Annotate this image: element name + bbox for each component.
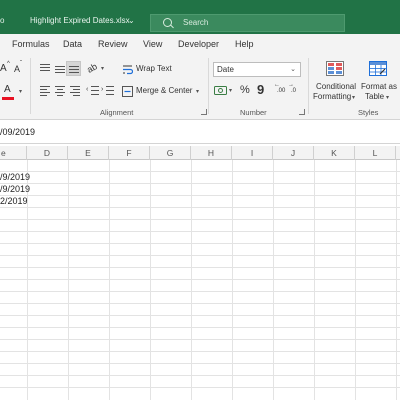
tab-data[interactable]: Data [63, 39, 82, 49]
bottom-align-button[interactable] [66, 61, 81, 76]
number-launcher-icon[interactable] [299, 109, 305, 115]
column-header[interactable]: L [355, 146, 396, 160]
decrease-decimal-button[interactable]: → .0 [288, 82, 301, 97]
column-header[interactable]: D [27, 146, 68, 160]
tab-view[interactable]: View [143, 39, 162, 49]
merge-center-icon [122, 86, 133, 97]
file-name-chevron-icon[interactable]: ⌄ [128, 16, 135, 25]
tab-developer[interactable]: Developer [178, 39, 219, 49]
tab-review[interactable]: Review [98, 39, 128, 49]
file-name[interactable]: Highlight Expired Dates.xlsx [30, 16, 130, 25]
column-header[interactable]: I [232, 146, 273, 160]
shrink-font-button[interactable]: A ˇ [14, 61, 26, 76]
wrap-text-button[interactable]: Wrap Text [122, 63, 182, 77]
column-header[interactable]: F [109, 146, 150, 160]
chevron-down-icon: ⌄ [290, 66, 296, 73]
ribbon-separator [308, 58, 309, 114]
alignment-group-label: Alignment [100, 108, 134, 117]
top-align-button[interactable] [38, 63, 52, 75]
date-cell[interactable]: /9/2019 [0, 184, 30, 194]
column-header[interactable]: E [68, 146, 109, 160]
date-cell[interactable]: 2/2019 [0, 196, 28, 206]
cell-grid[interactable]: /9/2019 /9/2019 2/2019 [0, 160, 400, 400]
tab-help[interactable]: Help [235, 39, 254, 49]
number-group-label: Number [240, 108, 267, 117]
accounting-icon [214, 86, 227, 95]
formula-bar-content: /09/2019 [0, 127, 36, 137]
column-header[interactable]: e [0, 146, 27, 160]
search-icon [163, 18, 172, 27]
column-headers: e D E F G H I J K L [0, 146, 400, 160]
align-right-button[interactable] [68, 85, 82, 97]
middle-align-button[interactable] [53, 63, 67, 75]
align-center-button[interactable] [53, 85, 67, 97]
column-header[interactable]: H [191, 146, 232, 160]
styles-group-label: Styles [358, 108, 379, 117]
decrease-indent-button[interactable]: ‹ [86, 85, 100, 97]
merge-center-button[interactable]: Merge & Center ▾ [122, 85, 204, 99]
date-cell[interactable]: /9/2019 [0, 172, 30, 182]
align-left-button[interactable] [38, 85, 52, 97]
accounting-format-button[interactable]: ▾ [214, 84, 236, 98]
column-header[interactable]: J [273, 146, 314, 160]
title-left-fragment: o [0, 16, 5, 25]
formula-bar[interactable]: /09/2019 [0, 120, 400, 144]
conditional-formatting-icon [326, 61, 344, 76]
column-header[interactable]: K [314, 146, 355, 160]
title-bar: o Highlight Expired Dates.xlsx ⌄ Search [0, 0, 400, 34]
wrap-text-icon [123, 65, 133, 75]
orientation-button[interactable]: ab ▾ [85, 61, 108, 75]
grow-font-button[interactable]: A ^ [0, 61, 12, 76]
ribbon-separator [30, 58, 31, 114]
percent-style-button[interactable]: % [240, 84, 250, 96]
comma-style-button[interactable]: 9 [257, 82, 264, 97]
menu-bar: Formulas Data Review View Developer Help [0, 34, 400, 54]
search-placeholder: Search [183, 18, 209, 27]
alignment-launcher-icon[interactable] [201, 109, 207, 115]
format-as-table-icon [369, 61, 387, 76]
increase-decimal-button[interactable]: ← .00 [274, 82, 287, 97]
increase-indent-button[interactable]: › [101, 85, 115, 97]
tab-formulas[interactable]: Formulas [12, 39, 50, 49]
ribbon-separator [208, 58, 209, 114]
ribbon: A ^ A ˇ A ▾ ab ▾ ‹ › Wrap Text Merge & C… [0, 54, 400, 120]
conditional-formatting-button[interactable]: Conditional Formatting ▾ [312, 60, 358, 106]
format-as-table-button[interactable]: Format as Table ▾ [359, 60, 399, 106]
number-format-select[interactable]: Date ⌄ [213, 62, 301, 77]
font-color-button[interactable]: A ▾ [0, 84, 26, 100]
column-header[interactable]: G [150, 146, 191, 160]
font-color-swatch [2, 97, 14, 100]
search-box[interactable]: Search [150, 14, 345, 32]
